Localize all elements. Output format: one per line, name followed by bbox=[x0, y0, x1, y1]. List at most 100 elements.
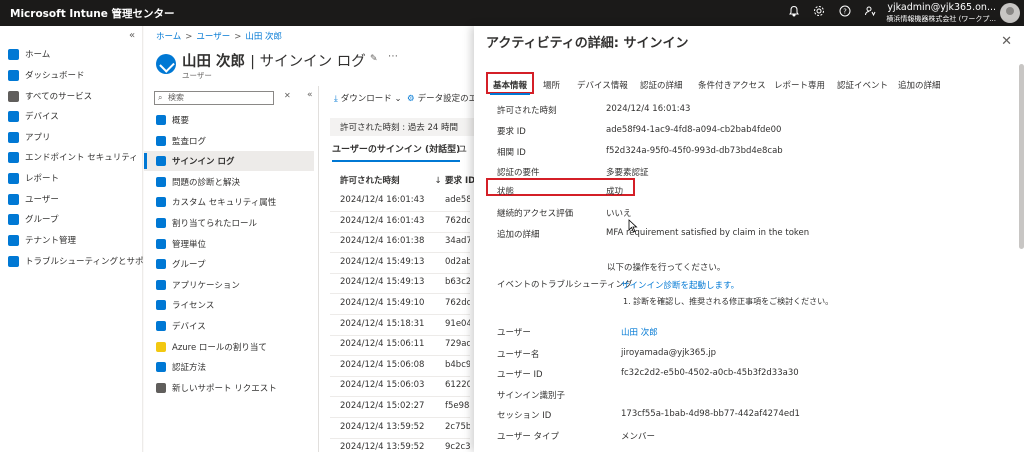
table-row[interactable]: 2024/12/4 15:06:11 729ac5 bbox=[330, 335, 470, 357]
brand-title[interactable]: Microsoft Intune 管理センター bbox=[10, 6, 175, 21]
export-settings-button[interactable]: ⚙ データ設定のエ bbox=[407, 92, 474, 104]
submenu-item-new-support-request[interactable]: 新しいサポート リクエスト bbox=[144, 378, 314, 398]
pin-icon[interactable]: ✎ bbox=[370, 54, 378, 64]
column-header-time[interactable]: 許可された時刻 ↓ bbox=[340, 174, 442, 186]
cell-time: 2024/12/4 15:06:11 bbox=[340, 339, 425, 350]
table-row[interactable]: 2024/12/4 16:01:43 762dc3 bbox=[330, 212, 470, 233]
panel-scrollbar[interactable] bbox=[1019, 64, 1024, 249]
tab-basic-info[interactable]: 基本情報 bbox=[493, 79, 527, 91]
users-icon bbox=[8, 193, 19, 205]
table-row[interactable]: 2024/12/4 16:01:43 ade58f bbox=[330, 191, 470, 212]
groups-icon bbox=[156, 259, 166, 270]
tab-additional-details[interactable]: 追加の詳細 bbox=[898, 79, 941, 91]
feedback-icon[interactable] bbox=[862, 5, 878, 21]
collapse-menu-button[interactable]: « bbox=[307, 90, 313, 100]
tab-interactive-signins[interactable]: ユーザーのサインイン (対話型) bbox=[332, 142, 461, 162]
cell-request-id: ade58f bbox=[445, 195, 470, 205]
groups-icon bbox=[8, 213, 19, 225]
devices-icon bbox=[156, 321, 166, 331]
submenu-item-custom-security[interactable]: カスタム セキュリティ属性 bbox=[144, 192, 314, 212]
submenu-item-assigned-roles[interactable]: 割り当てられたロール bbox=[144, 213, 314, 233]
submenu-item-azure-roles[interactable]: Azure ロールの割り当て bbox=[144, 337, 314, 357]
launch-diagnostics-link[interactable]: サインイン診断を起動します。 bbox=[621, 279, 739, 291]
table-row[interactable]: 2024/12/4 15:49:13 0d2abc bbox=[330, 253, 470, 274]
table-row[interactable]: 2024/12/4 15:18:31 91e04( bbox=[330, 315, 470, 336]
nav-item-apps[interactable]: アプリ bbox=[0, 127, 143, 147]
user-blade: ホーム > ユーザー > 山田 次郎 山田 次郎 | サインイン ログ ユーザー ✎ ⋯… bbox=[144, 26, 480, 452]
submenu-item-overview[interactable]: 概要 bbox=[144, 110, 314, 130]
submenu-item-audit-logs[interactable]: 監査ログ bbox=[144, 131, 314, 151]
close-panel-button[interactable]: ✕ bbox=[1001, 34, 1012, 49]
nav-item-troubleshooting[interactable]: トラブルシューティングとサポート bbox=[0, 251, 161, 271]
submenu-item-label: カスタム セキュリティ属性 bbox=[172, 198, 277, 209]
table-row[interactable]: 2024/12/4 15:06:08 b4bc95 bbox=[330, 356, 470, 377]
tab-auth-events[interactable]: 認証イベント bbox=[837, 79, 888, 91]
submenu-item-diagnose[interactable]: 問題の診断と解決 bbox=[144, 172, 314, 192]
collapse-nav-button[interactable]: « bbox=[129, 30, 135, 41]
table-row[interactable]: 2024/12/4 15:02:27 f5e984 bbox=[330, 397, 470, 418]
field-value-user-link[interactable]: 山田 次郎 bbox=[621, 326, 658, 338]
table-row[interactable]: 2024/12/4 13:59:52 9c2c30 bbox=[330, 438, 470, 452]
submenu-item-auth-methods[interactable]: 認証方法 bbox=[144, 357, 314, 377]
column-header-request-id[interactable]: 要求 ID bbox=[445, 174, 475, 186]
nav-item-devices[interactable]: デバイス bbox=[0, 106, 143, 126]
page-title-section: | サインイン ログ bbox=[250, 54, 366, 70]
more-options-icon[interactable]: ⋯ bbox=[388, 51, 398, 62]
breadcrumb-users[interactable]: ユーザー bbox=[196, 32, 230, 42]
nav-item-users[interactable]: ユーザー bbox=[0, 189, 143, 209]
cell-request-id: b4bc95 bbox=[445, 359, 470, 370]
auth-methods-icon bbox=[156, 362, 166, 373]
tab-report-only[interactable]: レポート専用 bbox=[774, 79, 825, 91]
tab-location[interactable]: 場所 bbox=[543, 79, 560, 91]
account-info[interactable]: yjkadmin@yjk365.on... 横浜情報機器株式会社 (ワークプ..… bbox=[886, 2, 996, 24]
submenu-item-groups[interactable]: グループ bbox=[144, 254, 314, 274]
avatar[interactable] bbox=[1000, 3, 1020, 23]
field-value-cae: いいえ bbox=[606, 209, 632, 219]
nav-item-groups[interactable]: グループ bbox=[0, 209, 143, 229]
tab-auth-details[interactable]: 認証の詳細 bbox=[640, 79, 683, 91]
cell-time: 2024/12/4 16:01:43 bbox=[340, 195, 425, 205]
cell-request-id: b63c24 bbox=[445, 277, 470, 288]
troubleshoot-step: 1. 診断を確認し、推奨される修正事項をご検討ください。 bbox=[623, 297, 834, 306]
table-row[interactable]: 2024/12/4 16:01:38 34ad72 bbox=[330, 232, 470, 254]
nav-item-reports[interactable]: レポート bbox=[0, 168, 143, 188]
nav-item-endpoint-security[interactable]: エンドポイント セキュリティ bbox=[0, 147, 143, 167]
nav-item-label: ユーザー bbox=[25, 195, 59, 205]
nav-item-label: ダッシュボード bbox=[25, 71, 85, 81]
tab-device-info[interactable]: デバイス情報 bbox=[577, 79, 628, 91]
table-row[interactable]: 2024/12/4 15:06:03 61220 bbox=[330, 376, 470, 398]
help-icon[interactable]: ? bbox=[837, 5, 853, 21]
nav-item-home[interactable]: ホーム bbox=[0, 44, 143, 64]
table-row[interactable]: 2024/12/4 15:49:13 b63c24 bbox=[330, 273, 470, 295]
nav-item-all-services[interactable]: すべてのサービス bbox=[0, 86, 143, 106]
devices-icon bbox=[8, 110, 19, 122]
nav-item-dashboard[interactable]: ダッシュボード bbox=[0, 65, 143, 85]
cell-request-id: 762dc3 bbox=[445, 215, 470, 226]
download-icon: ⤓ bbox=[334, 94, 338, 104]
search-input[interactable]: ⌕ 検索 bbox=[154, 91, 274, 105]
nav-item-label: グループ bbox=[25, 215, 59, 225]
menu-divider bbox=[318, 86, 319, 452]
submenu-item-signin-logs[interactable]: サインイン ログ bbox=[144, 151, 314, 172]
table-row[interactable]: 2024/12/4 13:59:52 2c75b2 bbox=[330, 418, 470, 439]
table-row[interactable]: 2024/12/4 15:49:10 762dc3 bbox=[330, 294, 470, 315]
cell-time: 2024/12/4 16:01:43 bbox=[340, 215, 425, 226]
tab-noninteractive-signins[interactable]: ユ bbox=[458, 142, 467, 155]
bell-icon[interactable] bbox=[786, 5, 802, 21]
submenu-item-licenses[interactable]: ライセンス bbox=[144, 295, 314, 315]
nav-item-tenant-admin[interactable]: テナント管理 bbox=[0, 230, 143, 250]
applications-icon bbox=[156, 279, 166, 290]
clear-search-button[interactable]: ✕ bbox=[284, 91, 291, 100]
gear-icon[interactable] bbox=[811, 5, 827, 21]
breadcrumb-user[interactable]: 山田 次郎 bbox=[245, 32, 282, 42]
submenu-item-admin-units[interactable]: 管理単位 bbox=[144, 234, 314, 254]
nav-item-label: エンドポイント セキュリティ bbox=[25, 153, 138, 163]
breadcrumb-home[interactable]: ホーム bbox=[156, 32, 181, 42]
time-filter-pill[interactable]: 許可された時刻 : 過去 24 時間 bbox=[330, 118, 480, 136]
submenu-item-devices[interactable]: デバイス bbox=[144, 316, 314, 336]
submenu-item-label: デバイス bbox=[172, 322, 206, 332]
download-button[interactable]: ⤓ ダウンロード ⌄ bbox=[334, 92, 402, 104]
sort-icon[interactable]: ↓ bbox=[434, 176, 441, 186]
submenu-item-applications[interactable]: アプリケーション bbox=[144, 275, 314, 295]
tab-conditional-access[interactable]: 条件付きアクセス bbox=[698, 79, 766, 91]
